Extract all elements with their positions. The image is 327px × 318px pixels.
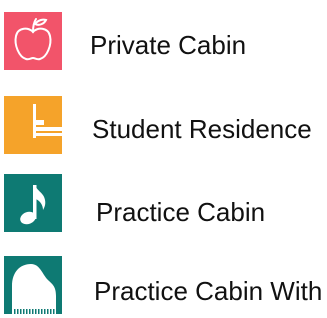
legend-label: Practice Cabin [96, 197, 266, 227]
music-note-icon [20, 185, 46, 225]
practice-cabin-swatch [4, 174, 62, 232]
legend-item-student-residence: Student Residence [0, 96, 327, 160]
legend-item-practice-cabin: Practice Cabin [0, 174, 327, 238]
legend-label: Private Cabin [90, 30, 247, 60]
practice-cabin-with-swatch [4, 256, 62, 314]
legend-label: Practice Cabin With [94, 276, 323, 306]
student-residence-swatch [4, 96, 62, 154]
legend-item-practice-cabin-with: Practice Cabin With [0, 256, 327, 318]
legend-label: Student Residence [92, 114, 312, 144]
private-cabin-swatch [4, 12, 62, 70]
grand-piano-icon [12, 264, 56, 314]
bed-icon [33, 104, 62, 138]
map-legend: Private Cabin Student Residence Practice… [0, 0, 327, 318]
legend-item-private-cabin: Private Cabin [0, 12, 327, 76]
apple-icon [14, 18, 52, 61]
